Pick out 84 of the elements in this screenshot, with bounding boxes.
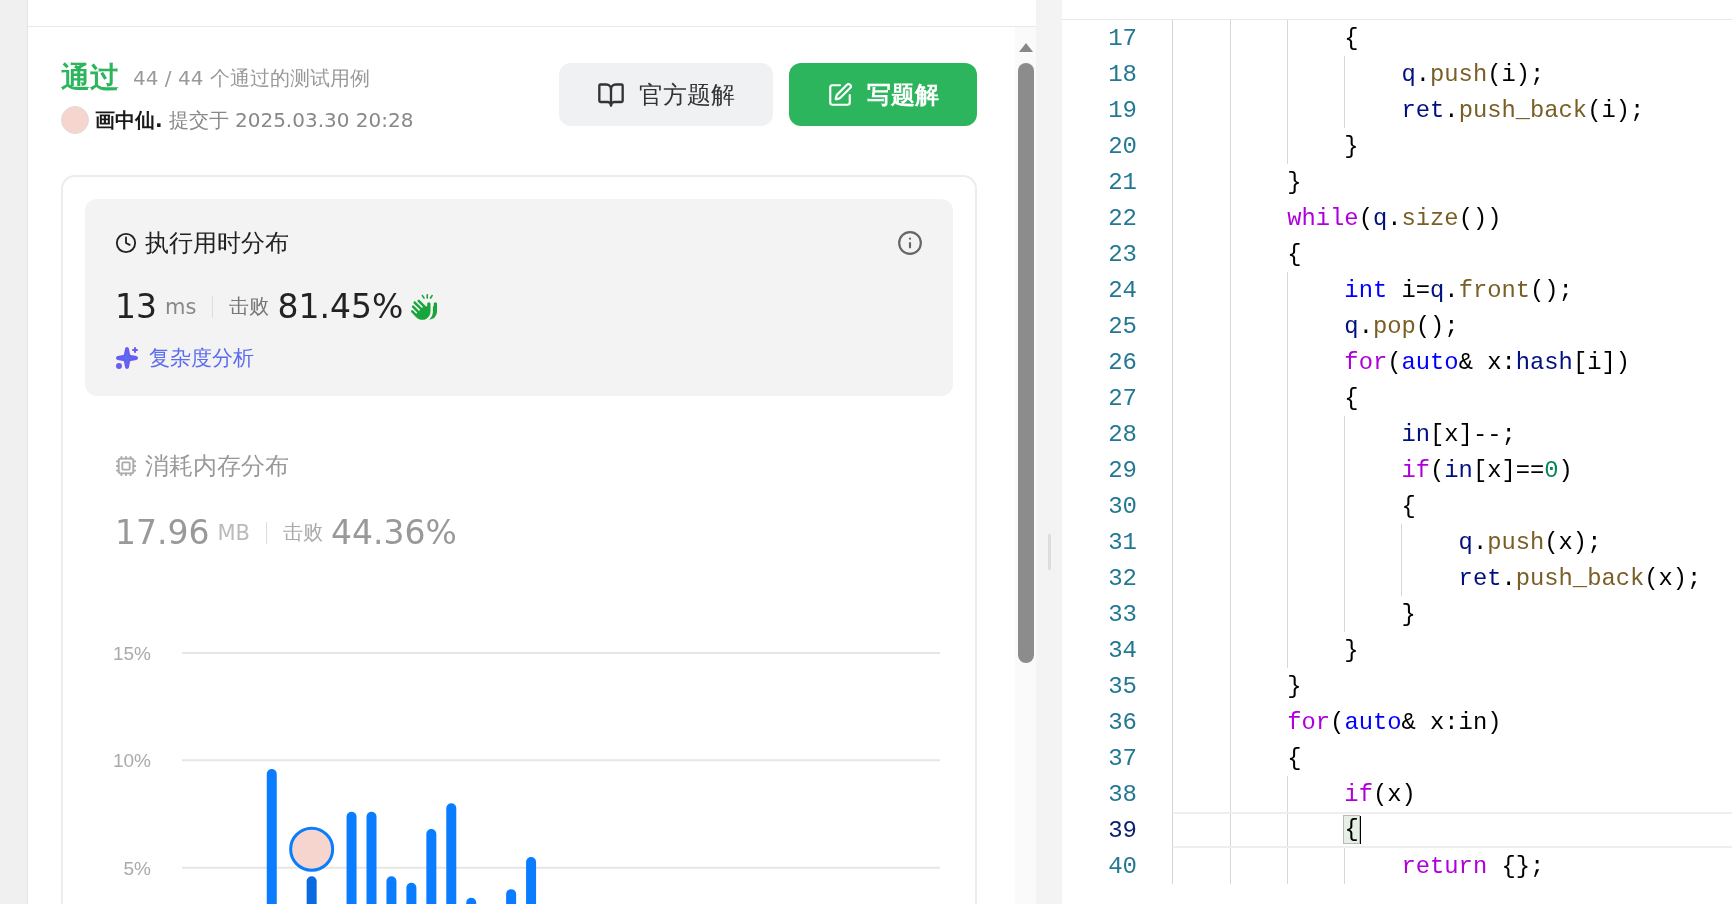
chart-bar — [526, 856, 537, 904]
line-number: 20 — [1107, 132, 1138, 160]
line-number: 36 — [1107, 708, 1138, 736]
chart-bar — [406, 882, 417, 904]
code-line: } — [1343, 636, 1359, 664]
code-line: q.push(i); — [1400, 60, 1545, 88]
line-number: 18 — [1107, 60, 1138, 88]
chart-bar — [506, 889, 517, 904]
code-line: ret.push_back(i); — [1400, 96, 1645, 124]
author-name[interactable]: 画中仙. — [95, 106, 163, 134]
info-icon[interactable] — [897, 230, 923, 256]
code-line: ret.push_back(x); — [1457, 564, 1702, 592]
avatar — [61, 106, 89, 134]
line-number: 29 — [1107, 456, 1138, 484]
code-line: { — [1286, 744, 1302, 772]
memory-title: 消耗内存分布 — [145, 451, 289, 482]
complexity-analysis-link[interactable]: 复杂度分析 — [149, 344, 254, 372]
chart-bar — [386, 876, 397, 904]
runtime-value: 13 — [115, 287, 157, 326]
code-line: { — [1343, 384, 1359, 412]
code-line: int i=q.front(); — [1343, 276, 1573, 304]
code-line: q.pop(); — [1343, 312, 1459, 340]
code-line: { — [1286, 240, 1302, 268]
code-line: } — [1286, 168, 1302, 196]
code-line: } — [1343, 132, 1359, 160]
submit-time: 提交于 2025.03.30 20:28 — [168, 106, 414, 134]
code-line: if(x) — [1343, 780, 1416, 808]
line-number: 39 — [1107, 816, 1138, 844]
line-number: 37 — [1107, 744, 1138, 772]
runtime-unit: ms — [165, 294, 197, 319]
code-line: while(q.size()) — [1286, 204, 1502, 232]
code-line: return {}; — [1400, 852, 1545, 880]
chart-bar — [466, 897, 477, 904]
code-line: for(auto& x:in) — [1286, 708, 1502, 736]
chip-icon — [115, 455, 137, 477]
line-number: 33 — [1107, 600, 1138, 628]
line-number: 24 — [1107, 276, 1138, 304]
line-number: 26 — [1107, 348, 1138, 376]
line-number: 34 — [1107, 636, 1138, 664]
line-number: 32 — [1107, 564, 1138, 592]
test-case-count: 44 / 44 个通过的测试用例 — [133, 64, 370, 92]
runtime-title: 执行用时分布 — [145, 228, 289, 259]
code-editor[interactable] — [1062, 0, 1732, 904]
beats-label: 击败 — [283, 519, 323, 546]
line-number: 23 — [1107, 240, 1138, 268]
chart-bar — [306, 876, 317, 904]
code-line: { — [1343, 24, 1359, 52]
code-line: } — [1400, 600, 1416, 628]
line-number: 25 — [1107, 312, 1138, 340]
runtime-beats: 81.45% — [277, 287, 404, 326]
line-number: 27 — [1107, 384, 1138, 412]
memory-unit: MB — [217, 520, 250, 545]
line-number: 30 — [1107, 492, 1138, 520]
scrollbar[interactable] — [1015, 27, 1036, 904]
line-number: 40 — [1107, 852, 1138, 880]
code-line: in[x]--; — [1400, 420, 1516, 448]
code-line: for(auto& x:hash[i]) — [1343, 348, 1630, 376]
line-number: 38 — [1107, 780, 1138, 808]
axis-label: 5% — [123, 857, 151, 879]
memory-beats: 44.36% — [331, 513, 457, 552]
axis-label: 15% — [112, 643, 151, 664]
line-number: 21 — [1107, 168, 1138, 196]
line-number: 35 — [1107, 672, 1138, 700]
edit-icon — [827, 81, 853, 108]
line-number: 22 — [1107, 204, 1138, 232]
book-icon — [597, 80, 625, 109]
code-line: } — [1286, 672, 1302, 700]
beats-label: 击败 — [229, 293, 270, 320]
axis-label: 10% — [112, 750, 151, 772]
clock-icon — [115, 232, 137, 254]
line-number: 28 — [1107, 420, 1138, 448]
official-solution-button[interactable]: 官方题解 — [559, 63, 773, 126]
avatar — [289, 826, 335, 872]
code-line: if(in[x]==0) — [1400, 456, 1573, 484]
line-number: 31 — [1107, 528, 1138, 556]
memory-value: 17.96 — [115, 513, 210, 552]
status-label: 通过 — [61, 59, 119, 96]
line-number: 17 — [1107, 24, 1138, 52]
code-line: { — [1400, 492, 1416, 520]
scroll-up-icon[interactable] — [1017, 41, 1034, 53]
clap-icon — [411, 293, 438, 320]
sparkle-icon — [115, 346, 139, 370]
code-line: q.push(x); — [1457, 528, 1602, 556]
line-number: 19 — [1107, 96, 1138, 124]
